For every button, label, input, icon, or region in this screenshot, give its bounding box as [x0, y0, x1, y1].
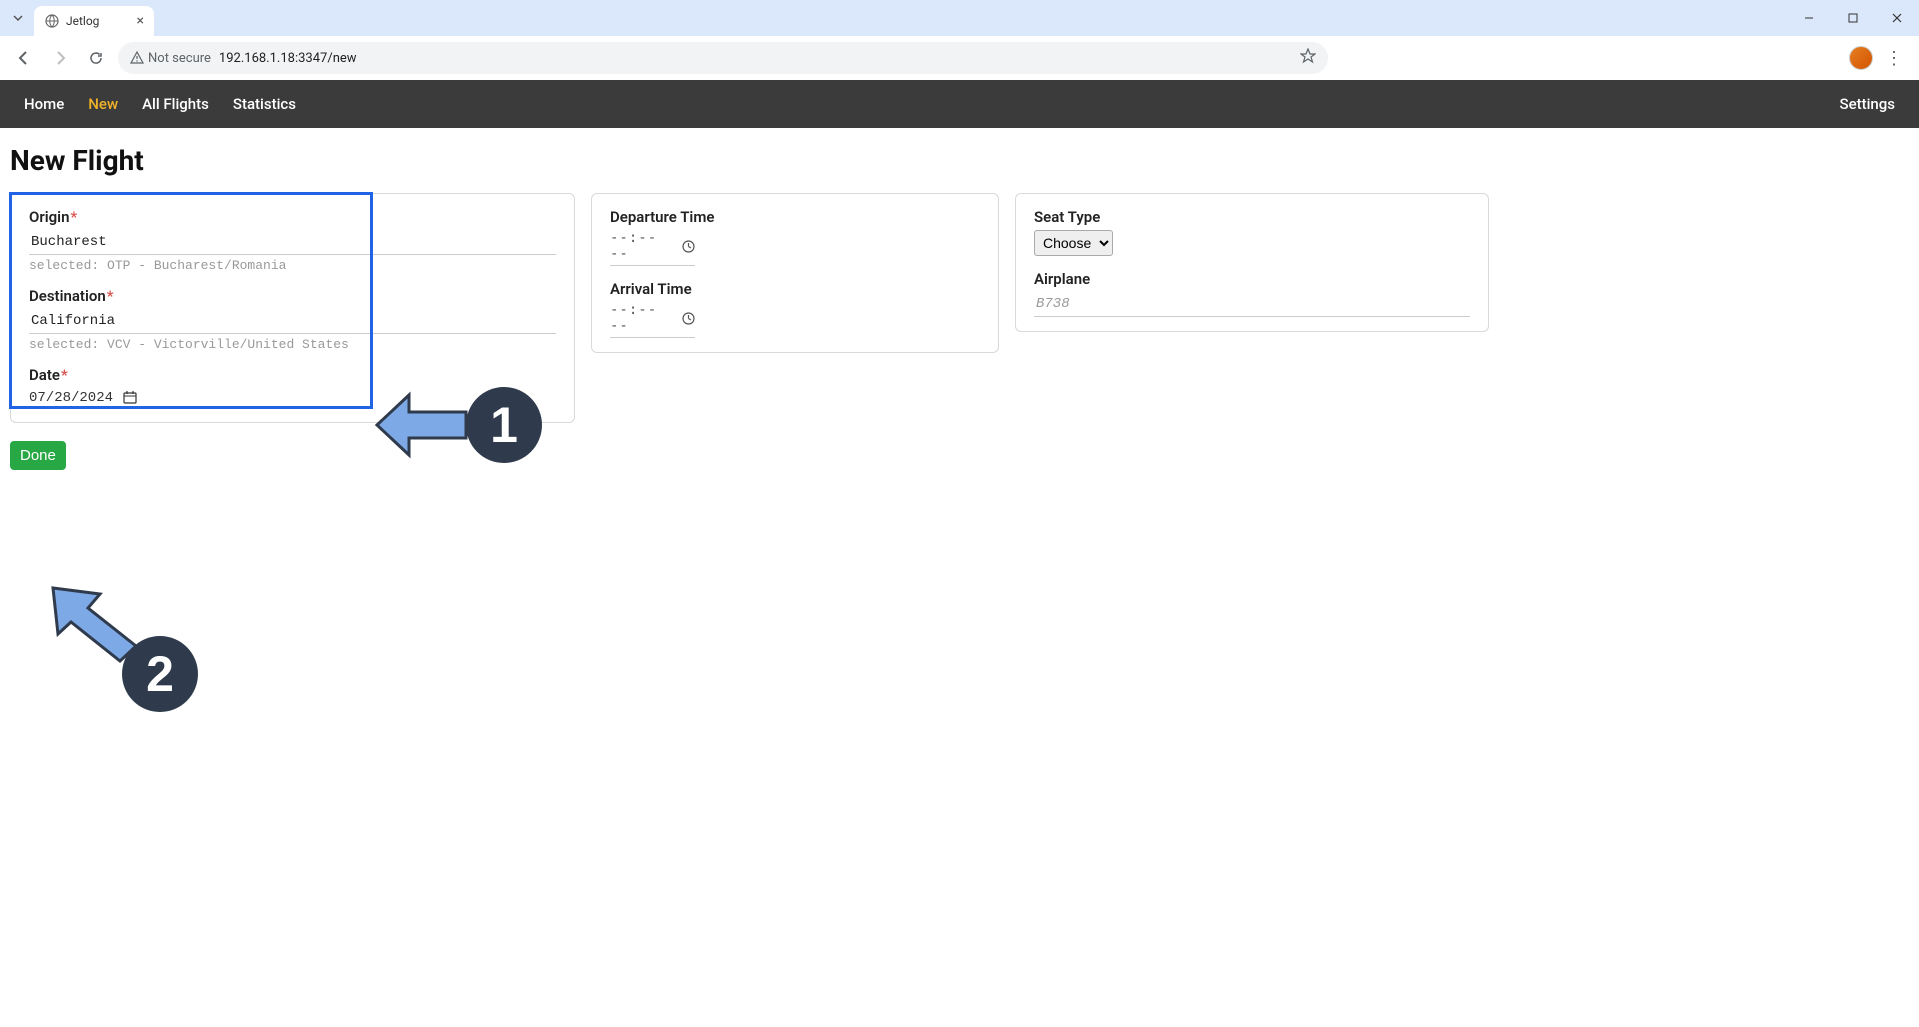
arrival-field: Arrival Time --:-- -- — [610, 280, 980, 338]
departure-field: Departure Time --:-- -- — [610, 208, 980, 266]
page-content: New Flight Origin* selected: OTP - Bucha… — [0, 128, 1919, 486]
nav-home[interactable]: Home — [12, 95, 76, 113]
airplane-label: Airplane — [1034, 270, 1470, 288]
airplane-input[interactable] — [1034, 292, 1470, 317]
seat-label: Seat Type — [1034, 208, 1470, 226]
departure-input[interactable]: --:-- -- — [610, 230, 695, 266]
warning-icon — [130, 51, 144, 65]
nav-statistics[interactable]: Statistics — [221, 95, 308, 113]
back-button[interactable] — [10, 44, 38, 72]
clock-icon — [682, 312, 695, 325]
card-seat-airplane: Seat Type Choose Airplane — [1015, 193, 1489, 332]
clock-icon — [682, 240, 695, 253]
window-controls — [1787, 0, 1919, 36]
nav-new[interactable]: New — [76, 95, 130, 113]
security-text: Not secure — [148, 51, 211, 66]
destination-hint: selected: VCV - Victorville/United State… — [29, 337, 556, 352]
close-window-button[interactable] — [1875, 0, 1919, 36]
browser-tab[interactable]: Jetlog × — [34, 6, 154, 36]
bookmark-star-icon[interactable] — [1300, 48, 1316, 68]
destination-input[interactable] — [29, 309, 556, 334]
profile-avatar[interactable] — [1849, 46, 1873, 70]
seat-field: Seat Type Choose — [1034, 208, 1470, 256]
nav-settings[interactable]: Settings — [1827, 95, 1907, 113]
done-button[interactable]: Done — [10, 441, 66, 470]
departure-label: Departure Time — [610, 208, 980, 226]
page-title: New Flight — [10, 144, 1909, 177]
tab-search-dropdown[interactable] — [6, 6, 30, 30]
arrival-label: Arrival Time — [610, 280, 980, 298]
cards-row: Origin* selected: OTP - Bucharest/Romani… — [10, 193, 1909, 423]
annotation-arrow-2: 2 — [48, 586, 203, 720]
url-text: 192.168.1.18:3347/new — [219, 51, 1292, 66]
security-indicator: Not secure — [130, 51, 211, 66]
reload-button[interactable] — [82, 44, 110, 72]
app-nav: Home New All Flights Statistics Settings — [0, 80, 1919, 128]
card-times: Departure Time --:-- -- Arrival Time --:… — [591, 193, 999, 353]
date-field: Date* 07/28/2024 — [29, 366, 556, 408]
chrome-menu-icon[interactable]: ⋮ — [1885, 48, 1903, 69]
date-label: Date* — [29, 366, 556, 384]
calendar-icon[interactable] — [123, 389, 137, 408]
origin-input[interactable] — [29, 230, 556, 255]
forward-button[interactable] — [46, 44, 74, 72]
browser-toolbar: Not secure 192.168.1.18:3347/new ⋮ — [0, 36, 1919, 80]
seat-select[interactable]: Choose — [1034, 230, 1113, 256]
tab-title: Jetlog — [66, 14, 99, 28]
minimize-button[interactable] — [1787, 0, 1831, 36]
svg-text:2: 2 — [146, 646, 174, 702]
close-icon[interactable]: × — [137, 13, 144, 29]
origin-hint: selected: OTP - Bucharest/Romania — [29, 258, 556, 273]
arrival-input[interactable]: --:-- -- — [610, 302, 695, 338]
nav-all-flights[interactable]: All Flights — [130, 95, 221, 113]
card-route: Origin* selected: OTP - Bucharest/Romani… — [10, 193, 575, 423]
destination-label: Destination* — [29, 287, 556, 305]
origin-label: Origin* — [29, 208, 556, 226]
maximize-button[interactable] — [1831, 0, 1875, 36]
airplane-field: Airplane — [1034, 270, 1470, 317]
origin-field: Origin* selected: OTP - Bucharest/Romani… — [29, 208, 556, 273]
browser-tabstrip: Jetlog × — [0, 0, 1919, 36]
globe-icon — [44, 13, 60, 29]
address-bar[interactable]: Not secure 192.168.1.18:3347/new — [118, 42, 1328, 74]
date-input[interactable]: 07/28/2024 — [29, 388, 113, 408]
destination-field: Destination* selected: VCV - Victorville… — [29, 287, 556, 352]
